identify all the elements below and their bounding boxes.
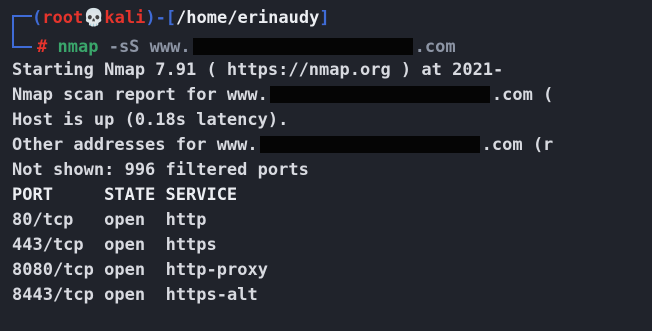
port-number: 8443/tcp: [12, 285, 94, 305]
redacted-domain: [192, 38, 413, 55]
port-row: 80/tcp open http: [12, 208, 207, 232]
prompt-user: root: [42, 8, 84, 28]
target-prefix: www.: [149, 37, 191, 57]
port-number: 80/tcp: [12, 210, 74, 230]
output-starting: Starting Nmap 7.91 ( https://nmap.org ) …: [12, 60, 504, 80]
port-service: https: [165, 235, 217, 255]
target-suffix: .com: [414, 37, 456, 57]
other-addresses-prefix: Other addresses for www.: [12, 135, 258, 155]
port-state: open: [104, 285, 146, 305]
port-state: open: [104, 210, 146, 230]
port-service: https-alt: [165, 285, 258, 305]
output-host-up: Host is up (0.18s latency).: [12, 110, 289, 130]
port-state: open: [104, 235, 146, 255]
port-service: http: [165, 210, 207, 230]
port-service: http-proxy: [165, 260, 268, 280]
prompt-corner-top-icon: [12, 15, 32, 32]
prompt-path: /home/erinaudy: [176, 8, 320, 28]
prompt-close-bracket: ]: [319, 8, 330, 28]
port-number: 8080/tcp: [12, 260, 94, 280]
scan-report-suffix: .com (: [491, 85, 554, 105]
port-number: 443/tcp: [12, 235, 84, 255]
root-hash: #: [37, 37, 48, 57]
output-not-shown: Not shown: 996 filtered ports: [12, 160, 309, 180]
terminal-window[interactable]: (root💀kali)-[/home/erinaudy] # nmap -sS …: [0, 0, 652, 331]
prompt-open-paren: (: [32, 8, 43, 28]
prompt-corner-bottom-icon: [12, 31, 32, 48]
prompt-separator: )-[: [145, 8, 177, 28]
port-state: open: [104, 260, 146, 280]
command-flag: -sS: [108, 37, 140, 57]
command-line: # nmap -sS www. .com: [12, 31, 456, 57]
port-row: 443/tcp open https: [12, 233, 217, 257]
output-other-addresses: Other addresses for www. .com (r: [12, 133, 553, 157]
prompt-host: kali: [104, 8, 146, 28]
command-name: nmap: [57, 37, 99, 57]
port-row: 8443/tcp open https-alt: [12, 283, 258, 307]
redacted-domain: [259, 136, 480, 153]
skull-icon: 💀: [83, 8, 105, 28]
port-table-header: PORT STATE SERVICE: [12, 185, 238, 205]
scan-report-prefix: Nmap scan report for www.: [12, 85, 268, 105]
port-row: 8080/tcp open http-proxy: [12, 258, 268, 282]
prompt-line: (root💀kali)-[/home/erinaudy]: [12, 6, 330, 32]
redacted-domain: [269, 86, 490, 103]
other-addresses-suffix: .com (r: [481, 135, 554, 155]
output-scan-report: Nmap scan report for www. .com (: [12, 83, 553, 107]
